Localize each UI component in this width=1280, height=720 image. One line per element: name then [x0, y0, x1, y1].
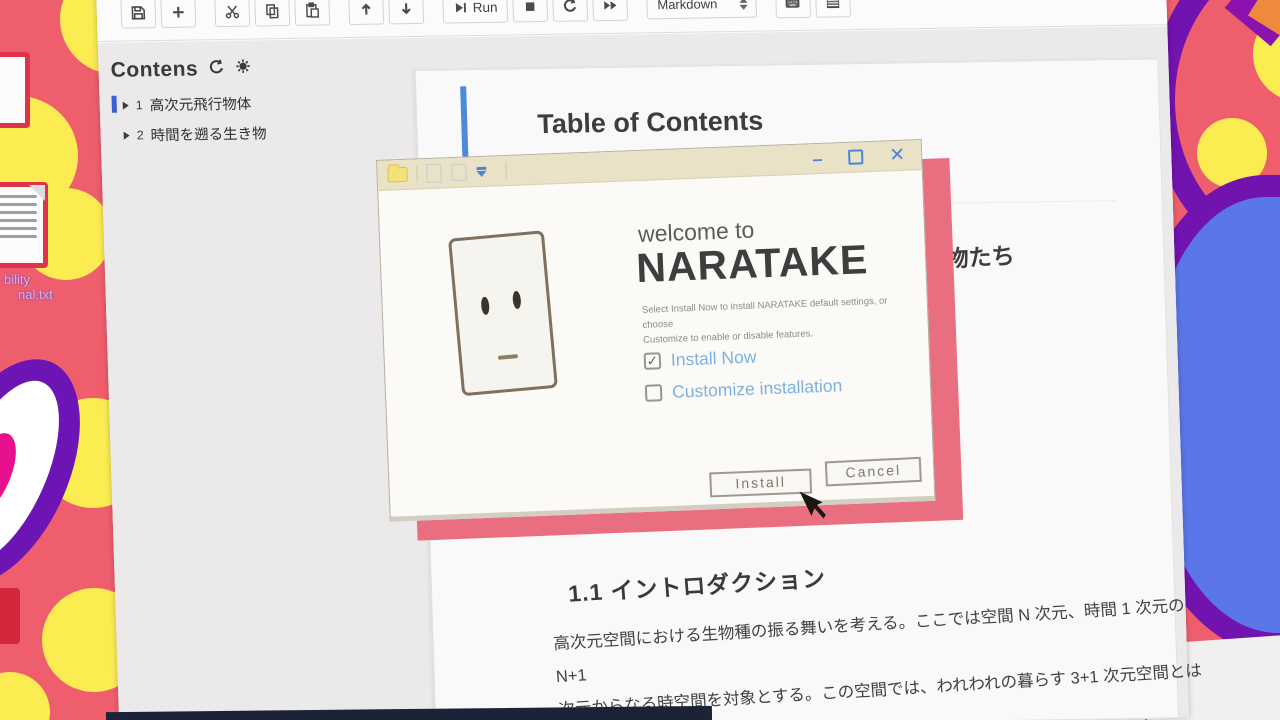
- refresh-icon[interactable]: [207, 58, 226, 81]
- caret-right-icon[interactable]: [123, 101, 129, 109]
- toc-item-1[interactable]: 1 高次元飛行物体: [122, 90, 402, 115]
- desktop-file-icon[interactable]: [0, 182, 48, 268]
- fast-forward-icon: [601, 0, 619, 14]
- toc-item-label[interactable]: 高次元飛行物体: [149, 93, 251, 116]
- customize-option[interactable]: Customize installation: [645, 375, 843, 404]
- settings-gear-icon[interactable]: [234, 58, 252, 80]
- dialog-description: Select Install Now to install NARATAKE d…: [642, 292, 916, 347]
- active-item-indicator: [111, 96, 117, 113]
- divider: [416, 166, 418, 182]
- mascot-mouth: [498, 354, 518, 360]
- file-label-line: nal.txt: [4, 287, 53, 302]
- cell-toolbar-button[interactable]: [815, 0, 851, 17]
- toc-sidebar: Contens 1 高次元飛行物体 2 時間を遡る生き物: [110, 54, 403, 155]
- interrupt-kernel-button[interactable]: [512, 0, 548, 22]
- maximize-button[interactable]: [848, 149, 864, 165]
- install-now-option[interactable]: ✓ Install Now: [644, 347, 757, 372]
- stop-icon: [522, 0, 537, 14]
- mascot-eye: [512, 291, 522, 310]
- cell-type-select[interactable]: Markdown: [646, 0, 757, 19]
- install-button[interactable]: Install: [709, 469, 812, 498]
- run-all-button[interactable]: [592, 0, 628, 21]
- install-now-checkbox[interactable]: ✓: [644, 352, 662, 370]
- move-cell-down-button[interactable]: [388, 0, 424, 24]
- wallpaper-fragment: [0, 588, 20, 644]
- customize-checkbox[interactable]: [645, 384, 663, 402]
- paste-icon: [303, 1, 321, 18]
- caret-right-icon[interactable]: [124, 131, 130, 139]
- copy-cell-button[interactable]: [254, 0, 290, 26]
- move-cell-up-button[interactable]: [348, 0, 384, 25]
- file-label-line: bility: [4, 272, 53, 287]
- document-icon: [426, 164, 442, 184]
- file-text-lines: [0, 195, 37, 243]
- folder-icon: [387, 167, 408, 183]
- cancel-button[interactable]: Cancel: [825, 457, 922, 487]
- arrow-down-icon: [397, 0, 415, 17]
- add-cell-button[interactable]: [160, 0, 196, 27]
- run-icon: [452, 0, 467, 15]
- toc-item-label[interactable]: 時間を遡る生き物: [150, 122, 267, 145]
- page-title: Table of Contents: [537, 106, 764, 141]
- screen: bility nal.txt Trusted: [0, 0, 1280, 720]
- grid-icon: [824, 0, 841, 10]
- subsection-heading: 1.1 イントロダクション: [567, 559, 827, 609]
- divider: [505, 163, 507, 179]
- cell-type-value: Markdown: [657, 0, 717, 12]
- toc-item-number: 1: [136, 98, 143, 112]
- desktop-file-icon[interactable]: [0, 52, 30, 128]
- keyboard-icon: [784, 0, 802, 11]
- install-now-label: Install Now: [671, 347, 757, 371]
- sidebar-title: Contens: [110, 57, 198, 82]
- save-icon: [130, 4, 148, 21]
- installer-dialog: – ✕ welcome to NARATAKE Select Install N…: [376, 139, 935, 522]
- plus-icon: [170, 4, 188, 21]
- restart-icon: [561, 0, 579, 15]
- naratake-mascot: [448, 230, 558, 396]
- run-button-label: Run: [472, 0, 497, 15]
- toc-item-number: 2: [136, 128, 143, 142]
- customize-label: Customize installation: [672, 375, 843, 403]
- filter-icon: [476, 166, 486, 176]
- app-name: NARATAKE: [635, 236, 869, 292]
- save-button[interactable]: [120, 0, 156, 28]
- body-paragraph: 高次元空間における生物種の振る舞いを考える。ここでは空間 N 次元、時間 1 次…: [552, 588, 1228, 720]
- dialog-body: welcome to NARATAKE Select Install Now t…: [378, 170, 934, 517]
- run-cell-button[interactable]: Run: [442, 0, 508, 23]
- close-button[interactable]: ✕: [889, 144, 906, 168]
- wallpaper-dot: [0, 672, 50, 720]
- file-label: bility nal.txt: [4, 272, 53, 302]
- minimize-button[interactable]: –: [812, 153, 822, 163]
- restart-kernel-button[interactable]: [552, 0, 588, 21]
- paste-cell-button[interactable]: [294, 0, 330, 25]
- toc-entry-fragment: 物たち: [944, 237, 1015, 274]
- toc-item-2[interactable]: 2 時間を遡る生き物: [123, 120, 403, 145]
- copy-icon: [264, 2, 282, 19]
- command-palette-button[interactable]: [775, 0, 811, 18]
- arrow-up-icon: [357, 1, 375, 18]
- document-icon: [451, 164, 467, 182]
- cut-cell-button[interactable]: [214, 0, 250, 27]
- scissors-icon: [224, 3, 242, 20]
- mascot-eye: [480, 296, 490, 315]
- select-arrows-icon: [739, 0, 747, 9]
